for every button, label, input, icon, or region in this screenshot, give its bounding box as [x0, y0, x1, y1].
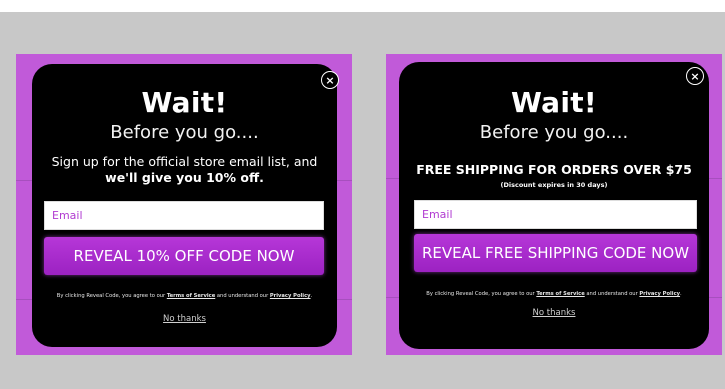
popup-subtitle: Before you go.... — [479, 122, 629, 143]
legal-text: By clicking Reveal Code, you agree to ou… — [399, 291, 709, 297]
offer-expiry: (Discount expires in 30 days) — [500, 181, 608, 189]
close-icon[interactable]: × — [686, 67, 704, 85]
legal-suffix: . — [310, 293, 313, 299]
legal-text: By clicking Reveal Code, you agree to ou… — [32, 293, 337, 299]
offer-text: Sign up for the official store email lis… — [32, 154, 337, 186]
legal-suffix: . — [680, 291, 682, 297]
offer-highlight: we'll give you 10% off. — [105, 170, 264, 185]
legal-middle: and understand our — [584, 291, 640, 297]
popup-overlay-left: × Wait! Before you go.... Sign up for th… — [16, 54, 352, 355]
email-field[interactable]: Email — [44, 201, 324, 230]
popup-overlay-right: × Wait! Before you go.... FREE SHIPPING … — [386, 54, 722, 355]
popup-title: Wait! — [141, 86, 228, 119]
popup-subtitle: Before you go.... — [110, 122, 259, 143]
offer-headline: FREE SHIPPING FOR ORDERS OVER $75 — [416, 162, 692, 177]
privacy-link[interactable]: Privacy Policy — [639, 291, 680, 297]
discount-popup: × Wait! Before you go.... Sign up for th… — [32, 64, 339, 347]
discount-popup: × Wait! Before you go.... FREE SHIPPING … — [399, 62, 709, 349]
legal-prefix: By clicking Reveal Code, you agree to ou… — [426, 291, 537, 297]
offer-line: Sign up for the official store email lis… — [51, 154, 318, 169]
legal-middle: and understand our — [215, 293, 270, 299]
popup-title: Wait! — [510, 86, 598, 119]
terms-link[interactable]: Terms of Service — [167, 293, 215, 299]
no-thanks-link[interactable]: No thanks — [32, 314, 337, 324]
no-thanks-link[interactable]: No thanks — [399, 308, 709, 318]
privacy-link[interactable]: Privacy Policy — [270, 293, 311, 299]
reveal-code-button[interactable]: REVEAL 10% OFF CODE NOW — [44, 237, 324, 275]
terms-link[interactable]: Terms of Service — [536, 291, 584, 297]
email-field[interactable]: Email — [414, 200, 697, 229]
legal-prefix: By clicking Reveal Code, you agree to ou… — [56, 293, 167, 299]
reveal-code-button[interactable]: REVEAL FREE SHIPPING CODE NOW — [414, 234, 697, 272]
